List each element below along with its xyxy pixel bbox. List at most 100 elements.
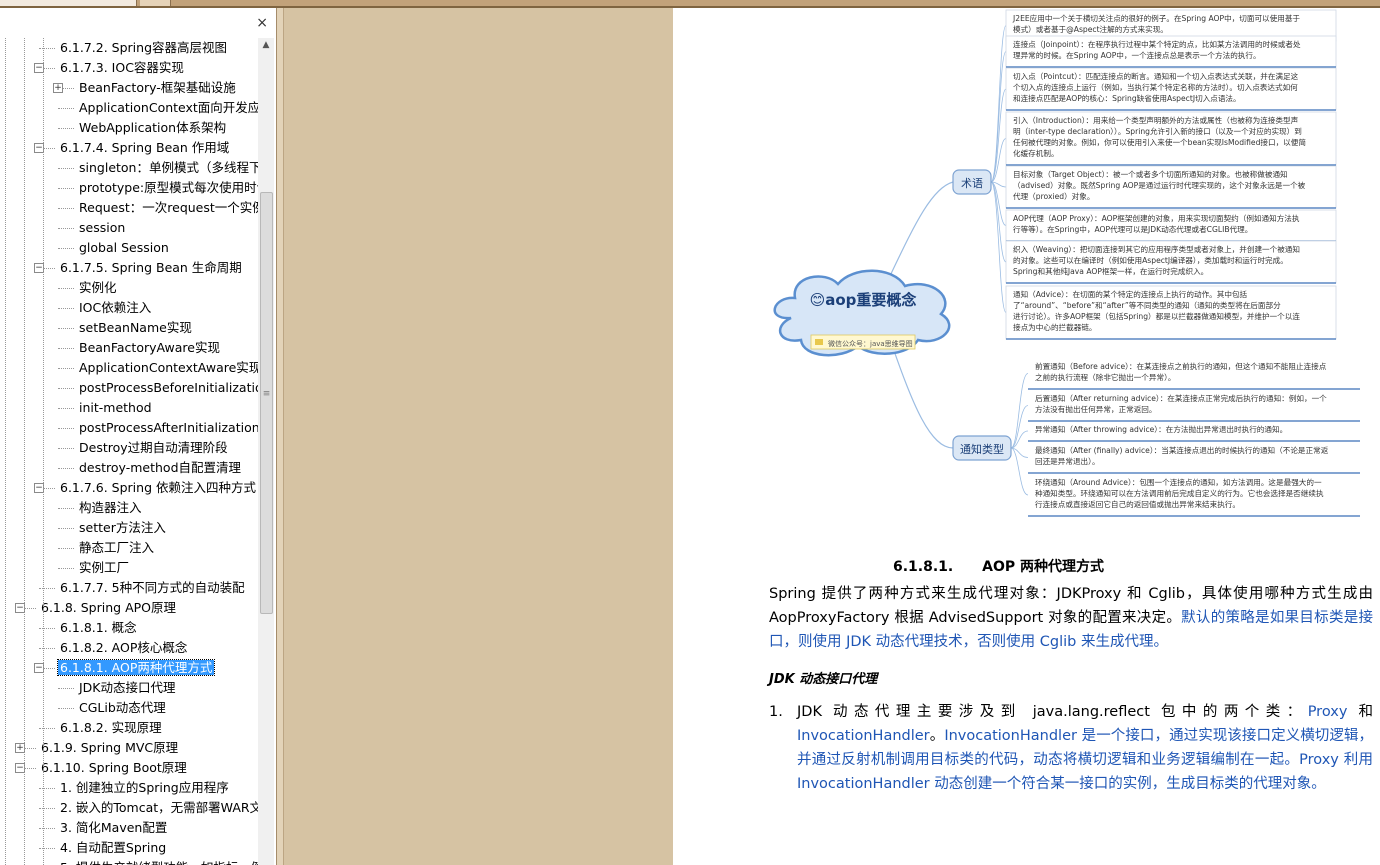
bookmark-item[interactable]: Request：一次request一个实例 [77,198,258,218]
panel-splitter[interactable] [277,8,284,865]
scrollbar-thumb[interactable]: ≡ [260,192,273,614]
bookmark-label: prototype:原型模式每次使用时创 [79,180,258,195]
mindmap-term-line: J2EE应用中一个关于横切关注点的很好的例子。在Spring AOP中，切面可以… [1012,13,1300,23]
bookmark-item[interactable]: 6.1.8. Spring APO原理 [39,598,178,618]
tree-connector [39,728,55,729]
bookmark-item[interactable]: 6.1.7.3. IOC容器实现 [58,58,186,78]
mindmap-term-line: 明（inter-type declaration））。Spring允许引入新的接… [1013,126,1302,136]
tree-connector [39,48,55,49]
subheading-jdk-proxy: JDK 动态接口代理 [769,672,878,687]
bookmark-item[interactable]: singleton：单例模式（多线程下不 [77,158,258,178]
bookmark-label: Destroy过期自动清理阶段 [79,440,228,455]
bookmark-item[interactable]: 6.1.7.5. Spring Bean 生命周期 [58,258,244,278]
tree-connector [58,508,74,509]
bookmark-item[interactable]: 1. 创建独立的Spring应用程序 [58,778,231,798]
mindmap-term-line: Spring和其他纯Java AOP框架一样，在运行时完成织入。 [1013,266,1208,276]
bookmark-item[interactable]: 6.1.10. Spring Boot原理 [39,758,189,778]
bookmark-item[interactable]: 2. 嵌入的Tomcat，无需部署WAR文件 [58,798,258,818]
bookmark-item[interactable]: 3. 简化Maven配置 [58,818,169,838]
tab-strip [0,0,1380,8]
tree-connector [58,188,74,189]
bookmark-label: 6.1.8. Spring APO原理 [41,600,176,615]
bookmark-label: IOC依赖注入 [79,300,152,315]
tree-connector [58,168,74,169]
mindmap-advice-line: 前置通知（Before advice）：在某连接点之前执行的通知，但这个通知不能… [1035,361,1327,371]
bookmark-item[interactable]: 实例工厂 [77,558,131,578]
bookmark-item[interactable]: destroy-method自配置清理 [77,458,243,478]
list-item-and: 和 [1347,704,1373,720]
bookmark-label: 6.1.7.3. IOC容器实现 [60,60,184,75]
bookmark-item[interactable]: CGLib动态代理 [77,698,168,718]
bookmark-item[interactable]: 6.1.8.1. AOP两种代理方式 [56,658,216,678]
bookmark-item[interactable]: session [77,218,127,238]
bookmark-item[interactable]: 6.1.9. Spring MVC原理 [39,738,180,758]
tree-guide-line [5,38,6,865]
bookmark-label: setter方法注入 [79,520,166,535]
close-panel-button[interactable]: × [256,16,268,30]
bookmark-item[interactable]: ApplicationContextAware实现 [77,358,258,378]
mindmap-term-line: 和连接点匹配是AOP的核心：Spring缺省使用AspectJ切入点语法。 [1013,93,1241,103]
mindmap-advice-line: 最终通知（After (finally) advice）：当某连接点退出的时候执… [1035,445,1329,455]
mindmap-term-line: 模式）或者基于@Aspect注解的方式来实现。 [1013,24,1168,34]
mindmap-advice-line: 之前的执行流程（除非它抛出一个异常）。 [1035,372,1175,382]
mindmap-connector [990,88,1007,183]
bookmark-item[interactable]: 6.1.8.1. 概念 [58,618,139,638]
bookmark-item[interactable]: postProcessAfterInitialization [77,418,258,438]
bookmark-label: 实例工厂 [79,560,130,575]
mindmap-term-line: 切入点（Pointcut）：匹配连接点的断言。通知和一个切入点表达式关联，并在满… [1013,71,1299,81]
bookmark-item[interactable]: ApplicationContext面向开发应用 [77,98,258,118]
bookmark-item[interactable]: 静态工厂注入 [77,538,156,558]
bookmark-item[interactable]: BeanFactory-框架基础设施 [77,78,238,98]
mindmap-connector [1010,373,1029,449]
bookmark-item[interactable]: WebApplication体系架构 [77,118,228,138]
bookmark-item[interactable]: 4. 自动配置Spring [58,838,168,858]
section-title: AOP 两种代理方式 [982,559,1104,575]
bookmark-item[interactable]: 6.1.7.4. Spring Bean 作用域 [58,138,231,158]
mindmap-term-line: AOP代理（AOP Proxy）：AOP框架创建的对象，用来实现切面契约（例如通… [1013,213,1300,223]
bookmark-item[interactable]: postProcessBeforeInitialization [77,378,258,398]
bookmark-item[interactable]: 6.1.8.2. AOP核心概念 [58,638,189,658]
bookmark-label: BeanFactoryAware实现 [79,340,220,355]
scroll-up-arrow-icon[interactable]: ▲ [258,40,274,54]
bookmark-item[interactable]: Destroy过期自动清理阶段 [77,438,230,458]
bookmark-item[interactable]: 6.1.7.2. Spring容器高层视图 [58,38,229,58]
expand-icon[interactable]: + [53,83,63,93]
bookmark-item[interactable]: IOC依赖注入 [77,298,153,318]
list-item-text: JDK 动态代理主要涉及到 java.lang.reflect 包中的两个类： [797,704,1308,720]
bookmark-item[interactable]: init-method [77,398,154,418]
tree-connector [39,828,55,829]
bookmark-label: ApplicationContextAware实现 [79,360,258,375]
bookmark-label: Request：一次request一个实例 [79,200,258,215]
bookmark-item[interactable]: 6.1.8.2. 实现原理 [58,718,164,738]
bookmark-label: CGLib动态代理 [79,700,166,715]
bookmark-label: 6.1.7.2. Spring容器高层视图 [60,40,228,55]
bookmark-item[interactable]: global Session [77,238,171,258]
bookmark-item[interactable]: prototype:原型模式每次使用时创 [77,178,258,198]
mindmap-term-line: 连接点（Joinpoint）：在程序执行过程中某个特定的点，比如某方法调用的时候… [1013,39,1301,49]
section-number: 6.1.8.1. [893,559,954,575]
bookmark-label: 3. 简化Maven配置 [60,820,168,835]
bookmark-item[interactable]: 构造器注入 [77,498,144,518]
bookmark-label: 6.1.8.2. AOP核心概念 [60,640,188,655]
mindmap-term-line: 通知（Advice）：在切面的某个特定的连接点上执行的动作。其中包括 [1013,289,1248,299]
bookmark-label: 静态工厂注入 [79,540,155,555]
mindmap-connector [887,181,954,281]
bookmark-item[interactable]: 6.1.7.7. 5种不同方式的自动装配 [58,578,247,598]
bookmark-item[interactable]: JDK动态接口代理 [77,678,178,698]
bookmark-item[interactable]: 6.1.7.6. Spring 依赖注入四种方式 [58,478,258,498]
tree-guide-line [24,38,25,865]
bookmark-item[interactable]: setBeanName实现 [77,318,194,338]
bookmark-label: init-method [79,400,152,415]
bookmark-item[interactable]: 5. 提供生产就绪型功能，如指标，健康 [58,858,258,865]
tree-connector [58,328,74,329]
mindmap-advice-line: 异常通知（After throwing advice）：在方法抛出异常退出时执行… [1035,424,1287,434]
bookmark-item[interactable]: BeanFactoryAware实现 [77,338,222,358]
scrollbar[interactable]: ▲ ≡ [258,38,274,865]
bookmark-label: 6.1.7.6. Spring 依赖注入四种方式 [60,480,256,495]
bookmark-item[interactable]: setter方法注入 [77,518,168,538]
tree-connector [58,288,74,289]
bookmark-label: global Session [79,240,169,255]
bookmark-label: JDK动态接口代理 [79,680,176,695]
bookmark-item[interactable]: 实例化 [77,278,119,298]
tree-connector [58,108,74,109]
